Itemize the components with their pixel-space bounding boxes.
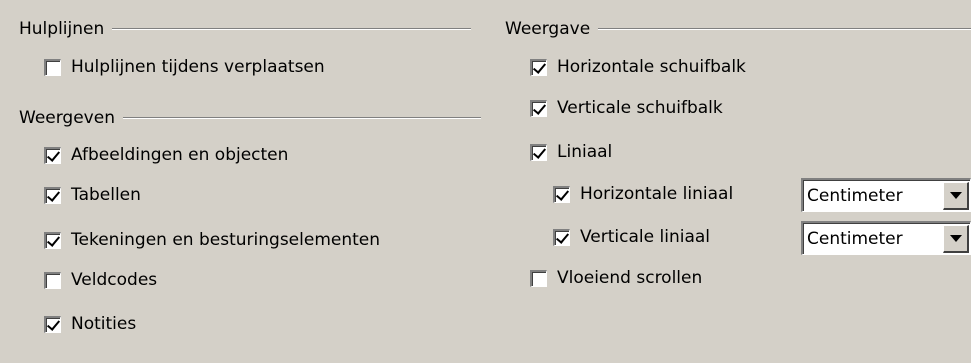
checkbox-box[interactable] xyxy=(44,186,61,204)
checkbox-tekeningen-en-besturingselementen[interactable]: Tekeningen en besturingselementen xyxy=(44,228,380,252)
checkbox-tabellen[interactable]: Tabellen xyxy=(44,183,141,207)
checkbox-box[interactable] xyxy=(530,99,547,117)
checkbox-vloeiend-scrollen[interactable]: Vloeiend scrollen xyxy=(530,266,702,290)
section-divider xyxy=(598,28,971,30)
checkbox-label: Tabellen xyxy=(71,185,141,205)
checkbox-label: Vloeiend scrollen xyxy=(557,268,703,288)
horizontal-ruler-unit-select[interactable]: Centimeter xyxy=(801,178,971,212)
checkbox-box[interactable] xyxy=(44,271,61,289)
checkbox-liniaal[interactable]: Liniaal xyxy=(530,140,612,164)
checkbox-horizontale-liniaal[interactable]: Horizontale liniaal xyxy=(553,182,733,206)
checkbox-afbeeldingen-en-objecten[interactable]: Afbeeldingen en objecten xyxy=(44,143,288,167)
chevron-down-icon xyxy=(949,191,962,199)
checkbox-label: Verticale schuifbalk xyxy=(557,98,723,118)
checkbox-verticale-schuifbalk[interactable]: Verticale schuifbalk xyxy=(530,96,723,120)
section-hulplijnen: Hulplijnen xyxy=(19,18,471,40)
checkbox-label: Hulplijnen tijdens verplaatsen xyxy=(71,57,325,77)
section-title-weergeven: Weergeven xyxy=(19,108,115,128)
select-value: Centimeter xyxy=(807,228,903,249)
checkbox-label: Notities xyxy=(71,314,137,334)
vertical-ruler-unit-select[interactable]: Centimeter xyxy=(801,221,971,255)
section-title-weergave: Weergave xyxy=(505,19,591,39)
section-weergave: Weergave xyxy=(505,18,971,40)
checkbox-hulplijnen-tijdens-verplaatsen[interactable]: Hulplijnen tijdens verplaatsen xyxy=(44,55,325,79)
checkbox-label: Tekeningen en besturingselementen xyxy=(71,230,381,250)
section-divider xyxy=(122,117,481,119)
section-weergeven: Weergeven xyxy=(19,107,481,129)
checkbox-box[interactable] xyxy=(44,146,61,164)
dropdown-button[interactable] xyxy=(943,224,969,253)
checkbox-verticale-liniaal[interactable]: Verticale liniaal xyxy=(553,225,710,249)
checkbox-box[interactable] xyxy=(553,185,570,203)
checkbox-label: Afbeeldingen en objecten xyxy=(71,145,289,165)
checkbox-veldcodes[interactable]: Veldcodes xyxy=(44,268,157,292)
checkbox-label: Verticale liniaal xyxy=(580,227,710,247)
chevron-down-icon xyxy=(949,234,962,242)
checkbox-label: Veldcodes xyxy=(71,270,158,290)
checkbox-box[interactable] xyxy=(44,58,61,76)
section-divider xyxy=(112,28,471,30)
checkbox-label: Horizontale liniaal xyxy=(580,184,734,204)
checkbox-horizontale-schuifbalk[interactable]: Horizontale schuifbalk xyxy=(530,55,746,79)
checkbox-label: Horizontale schuifbalk xyxy=(557,57,746,77)
checkbox-box[interactable] xyxy=(530,269,547,287)
dropdown-button[interactable] xyxy=(943,181,969,210)
checkbox-label: Liniaal xyxy=(557,142,613,162)
checkbox-box[interactable] xyxy=(44,315,61,333)
checkbox-box[interactable] xyxy=(553,228,570,246)
checkbox-notities[interactable]: Notities xyxy=(44,312,136,336)
section-title-hulplijnen: Hulplijnen xyxy=(19,19,105,39)
checkbox-box[interactable] xyxy=(530,58,547,76)
checkbox-box[interactable] xyxy=(44,231,61,249)
select-value: Centimeter xyxy=(807,185,903,206)
checkbox-box[interactable] xyxy=(530,143,547,161)
